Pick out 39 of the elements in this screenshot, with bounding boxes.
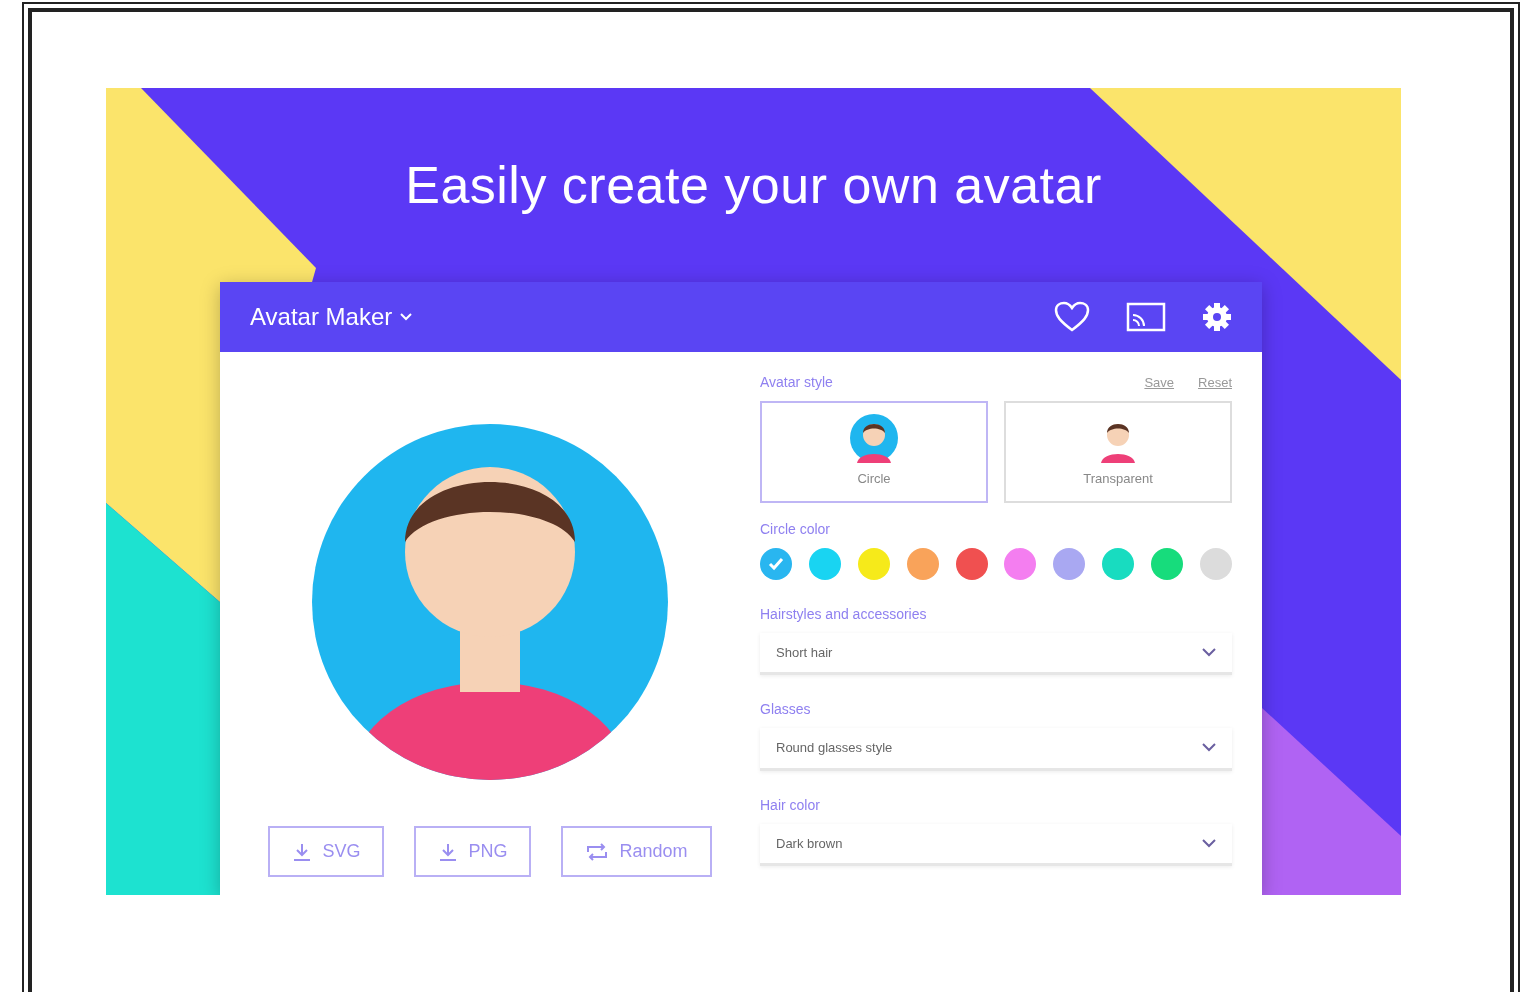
repeat-icon	[585, 841, 610, 862]
check-icon	[768, 556, 784, 571]
color-swatch[interactable]	[906, 547, 939, 580]
color-swatch[interactable]	[1053, 547, 1086, 580]
section-label: Circle color	[760, 519, 831, 539]
section-label: Hair color	[760, 795, 821, 815]
download-button[interactable]: PNG	[414, 826, 532, 877]
style-option[interactable]: Circle	[760, 401, 988, 503]
section-label: Hairstyles and accessories	[760, 604, 928, 624]
dropdown-select[interactable]: Short hair	[760, 632, 1232, 675]
avatar-thumbnail-icon	[849, 413, 899, 463]
cast-icon[interactable]	[1126, 302, 1166, 332]
color-swatch[interactable]	[1199, 547, 1232, 580]
color-swatch[interactable]	[1151, 547, 1183, 580]
text-link[interactable]: Save	[1144, 372, 1175, 393]
headline: Easily create your own avatar	[405, 155, 1102, 216]
caret-icon[interactable]	[400, 313, 413, 321]
download-icon	[438, 841, 459, 862]
window-title: Avatar Maker	[250, 302, 393, 332]
heart-icon[interactable]	[1054, 301, 1090, 333]
random-button[interactable]: Random	[561, 826, 712, 877]
section-label: Glasses	[760, 700, 812, 719]
dropdown-select[interactable]: Dark brown	[760, 823, 1232, 866]
chevron-down-icon	[1202, 743, 1216, 753]
chevron-down-icon	[1202, 838, 1216, 848]
style-option[interactable]: Transparent	[1004, 401, 1232, 503]
chevron-down-icon	[1202, 647, 1216, 657]
color-swatch[interactable]	[857, 547, 890, 580]
color-swatch[interactable]	[955, 547, 988, 580]
settings-icon[interactable]	[1202, 302, 1232, 332]
download-icon	[292, 841, 313, 862]
text-link[interactable]: Reset	[1198, 372, 1232, 393]
download-button[interactable]: SVG	[268, 826, 385, 877]
color-swatch[interactable]	[1102, 547, 1135, 580]
section-label: Avatar style	[760, 373, 833, 392]
color-swatch[interactable]	[760, 547, 792, 580]
dropdown-select[interactable]: Round glasses style	[760, 728, 1232, 771]
color-swatch[interactable]	[808, 547, 841, 580]
color-swatch[interactable]	[1004, 547, 1037, 580]
